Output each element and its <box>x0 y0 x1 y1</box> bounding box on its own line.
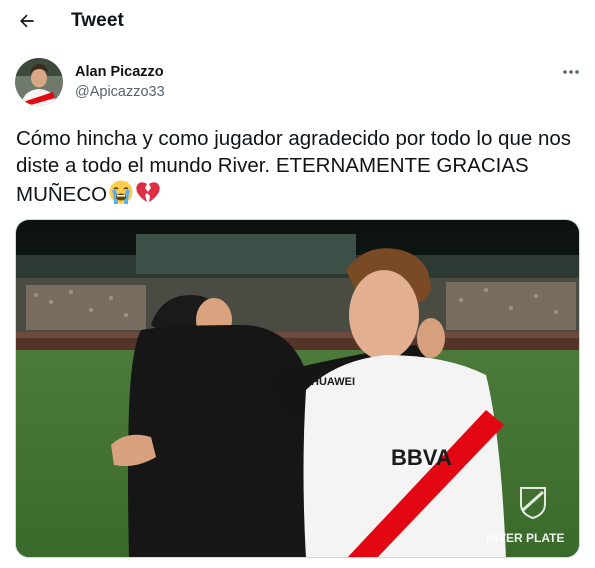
photo-illustration: BBVA HUAWEI RIVER PLATE <box>16 220 579 557</box>
loudly-crying-face-emoji <box>108 179 134 212</box>
jersey-brand-text: HUAWEI <box>311 376 355 388</box>
jersey-sponsor-text: BBVA <box>391 445 452 470</box>
author-handle[interactable]: @Apicazzo33 <box>75 84 165 100</box>
tweet-media-photo[interactable]: BBVA HUAWEI RIVER PLATE <box>15 219 580 558</box>
more-options-button[interactable] <box>559 62 583 82</box>
header-bar: Tweet <box>0 0 595 44</box>
more-horizontal-icon <box>563 70 579 74</box>
avatar[interactable] <box>15 58 63 106</box>
author-display-name[interactable]: Alan Picazzo <box>75 64 164 80</box>
arrow-left-icon <box>20 14 34 28</box>
back-button[interactable] <box>14 8 40 34</box>
tweet-body: Cómo hincha y como jugador agradecido po… <box>16 127 571 206</box>
watermark-text: RIVER PLATE <box>486 531 564 545</box>
page-title: Tweet <box>71 10 124 31</box>
broken-heart-emoji <box>135 179 161 212</box>
tweet-text: Cómo hincha y como jugador agradecido po… <box>16 125 576 212</box>
